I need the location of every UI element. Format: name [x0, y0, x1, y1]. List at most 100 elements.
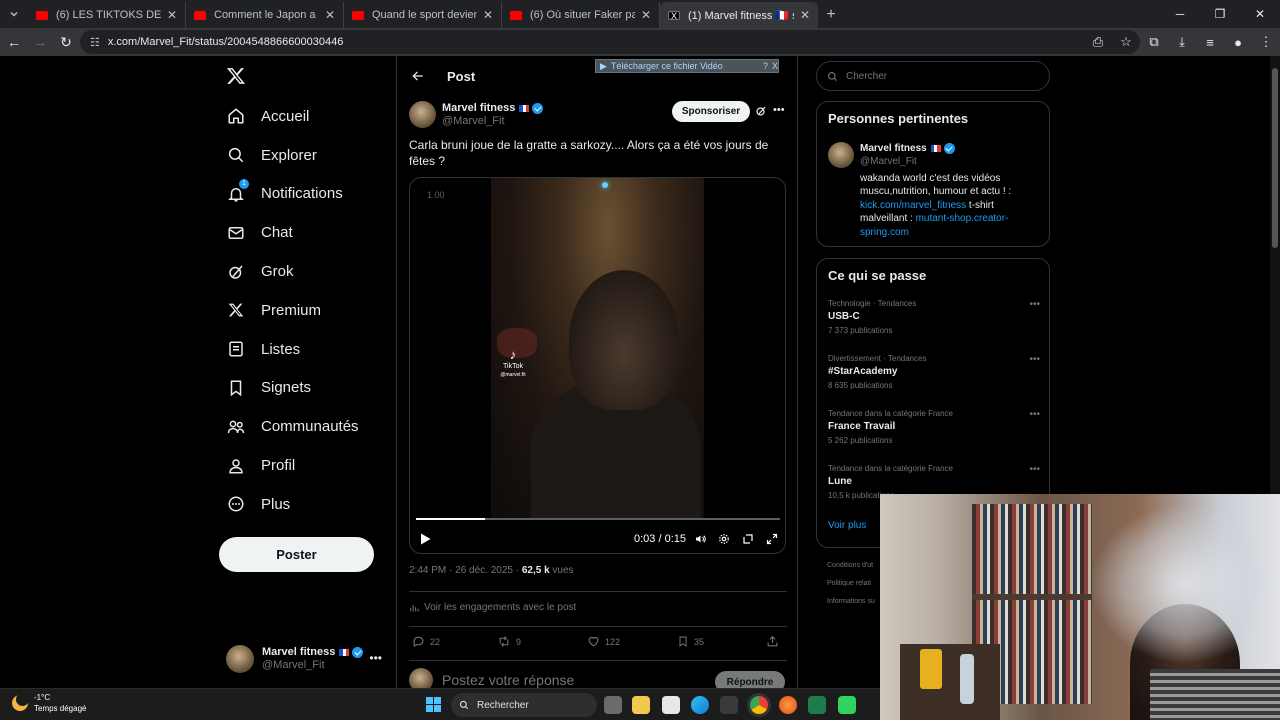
picture-in-picture-icon[interactable] — [742, 533, 754, 545]
close-tab-icon[interactable]: ✕ — [641, 8, 651, 22]
site-info-icon[interactable]: ☷ — [90, 36, 100, 49]
settings-gear-icon[interactable] — [718, 533, 730, 545]
footer-link[interactable]: Conditions d'ut — [827, 557, 875, 575]
browser-menu-icon[interactable]: ⋮ — [1252, 34, 1280, 50]
sidebar-item-accueil[interactable]: Accueil — [222, 97, 392, 136]
bookmark-button[interactable]: 35 — [677, 635, 704, 648]
back-arrow-icon[interactable] — [411, 69, 425, 83]
minimize-button[interactable]: ─ — [1160, 0, 1200, 28]
sidebar-item-label: Accueil — [261, 107, 310, 125]
youtube-icon — [510, 10, 522, 20]
firefox-icon[interactable] — [779, 696, 797, 714]
video-progress-bar[interactable] — [416, 518, 780, 520]
url-bar[interactable]: ☷ x.com/Marvel_Fit/status/20045488666000… — [80, 30, 1140, 54]
more-dots-icon[interactable]: ••• — [369, 651, 382, 665]
reading-list-icon[interactable]: ≡ — [1196, 35, 1224, 50]
downloads-icon[interactable]: ⤓ — [1168, 34, 1196, 50]
see-more-link[interactable]: Voir plus — [828, 520, 866, 531]
bio-link[interactable]: kick.com/marvel_fitness — [860, 200, 966, 211]
new-tab-button[interactable]: + — [818, 2, 844, 28]
app-icon[interactable] — [808, 696, 826, 714]
close-tab-icon[interactable]: ✕ — [483, 8, 493, 22]
close-tab-icon[interactable]: ✕ — [800, 8, 810, 22]
sidebar-item-grok[interactable]: Grok — [222, 252, 392, 291]
more-dots-icon[interactable]: ••• — [1029, 354, 1040, 365]
search-input[interactable]: Chercher — [816, 61, 1050, 91]
sponsor-button[interactable]: Sponsoriser — [672, 101, 750, 122]
trend-item[interactable]: Tendance dans la catégorie France France… — [828, 409, 1040, 445]
account-switcher[interactable]: Marvel fitness @Marvel_Fit ••• — [226, 643, 386, 675]
more-dots-icon[interactable]: ••• — [773, 104, 785, 116]
video-frame[interactable]: ♪ TikTok @marvel.fit — [491, 178, 704, 519]
post-button[interactable]: Poster — [219, 537, 374, 572]
browser-tab[interactable]: (6) LES TIKTOKS DES POLITIQUE ✕ — [28, 2, 186, 28]
sidebar-item-explorer[interactable]: Explorer — [222, 136, 392, 175]
relevant-person[interactable]: Marvel fitness @Marvel_Fit — [828, 142, 955, 168]
browser-tab[interactable]: Comment le Japon a inventé l'a ✕ — [186, 2, 344, 28]
app-icon[interactable] — [838, 696, 856, 714]
download-close-button[interactable]: X — [772, 61, 778, 71]
browser-tab[interactable]: Quand le sport devient TOXIQU ✕ — [344, 2, 502, 28]
install-app-icon[interactable]: ⎙ — [1084, 34, 1112, 50]
grok-icon[interactable] — [755, 105, 767, 117]
back-button[interactable]: ← — [2, 30, 26, 54]
edge-icon[interactable] — [691, 696, 709, 714]
browser-tab[interactable]: (6) Où situer Faker parmi les lég ✕ — [502, 2, 660, 28]
reply-button[interactable]: 22 — [412, 635, 440, 648]
more-dots-icon[interactable]: ••• — [1029, 464, 1040, 475]
fullscreen-icon[interactable] — [766, 533, 778, 545]
more-dots-icon[interactable]: ••• — [1029, 299, 1040, 310]
windows-start-icon[interactable] — [426, 697, 441, 712]
reload-button[interactable]: ↻ — [54, 30, 78, 54]
footer-link[interactable]: Informations su — [827, 593, 875, 611]
share-button[interactable] — [766, 635, 779, 648]
weather-widget[interactable]: -1°C Temps dégagé — [12, 692, 86, 714]
sidebar-item-chat[interactable]: Chat — [222, 213, 392, 252]
trend-item[interactable]: Technologie · Tendances USB-C 7 373 publ… — [828, 299, 1040, 335]
more-dots-icon[interactable]: ••• — [1029, 409, 1040, 420]
close-tab-icon[interactable]: ✕ — [325, 8, 335, 22]
repost-button[interactable]: 9 — [497, 635, 521, 648]
chrome-icon[interactable] — [750, 696, 768, 714]
engagements-link[interactable]: Voir les engagements avec le post — [409, 602, 576, 613]
timestamp-text[interactable]: 2:44 PM · 26 déc. 2025 · — [409, 565, 522, 576]
bookmark-count: 35 — [694, 636, 705, 647]
store-icon[interactable] — [720, 696, 738, 714]
video-download-bar[interactable]: ▶ Télécharger ce fichier Vidéo ? X — [595, 59, 779, 73]
sidebar-item-communautes[interactable]: Communautés — [222, 407, 392, 446]
forward-button[interactable]: → — [28, 30, 52, 54]
webcam-overlay — [880, 494, 1280, 720]
notepad-icon[interactable] — [662, 696, 680, 714]
download-help-button[interactable]: ? — [763, 61, 768, 71]
volume-icon[interactable] — [694, 533, 707, 545]
sidebar-item-signets[interactable]: Signets — [222, 369, 392, 408]
weather-text: Temps dégagé — [34, 704, 87, 713]
sidebar-item-notifications[interactable]: 1 Notifications — [222, 175, 392, 214]
bookmark-star-icon[interactable]: ☆ — [1112, 34, 1140, 50]
maximize-button[interactable]: ❐ — [1200, 0, 1240, 28]
taskbar-search[interactable]: Rechercher — [451, 693, 597, 717]
footer-link[interactable]: Politique relati — [827, 575, 875, 593]
reply-input[interactable]: Postez votre réponse — [442, 672, 574, 688]
scrollbar-thumb[interactable] — [1272, 68, 1278, 248]
browser-tab-active[interactable]: X (1) Marvel fitness 🇫🇷 sur X : "Car ✕ — [660, 2, 818, 28]
sidebar-item-plus[interactable]: Plus — [222, 485, 392, 524]
reply-submit-button[interactable]: Répondre — [715, 671, 785, 688]
sidebar-item-listes[interactable]: Listes — [222, 330, 392, 369]
close-window-button[interactable]: ✕ — [1240, 0, 1280, 28]
x-logo-icon[interactable] — [226, 66, 246, 86]
video-player[interactable]: 1.00 ♪ TikTok @marvel.fit 0:03 / 0:15 — [409, 177, 786, 554]
tab-search-button[interactable] — [0, 0, 28, 28]
file-explorer-icon[interactable] — [632, 696, 650, 714]
post-author[interactable]: Marvel fitness @Marvel_Fit — [409, 101, 544, 128]
sidebar-item-premium[interactable]: Premium — [222, 291, 392, 330]
close-tab-icon[interactable]: ✕ — [167, 8, 177, 22]
play-icon[interactable] — [420, 533, 431, 545]
sidebar-item-profil[interactable]: Profil — [222, 446, 392, 485]
trend-posts: 5 262 publications — [828, 436, 893, 445]
like-button[interactable]: 122 — [587, 635, 620, 648]
extensions-icon[interactable]: ⧉ — [1140, 34, 1168, 50]
trend-item[interactable]: Divertissement · Tendances #StarAcademy … — [828, 354, 1040, 390]
task-view-icon[interactable] — [604, 696, 622, 714]
profile-icon[interactable]: ● — [1224, 35, 1252, 50]
